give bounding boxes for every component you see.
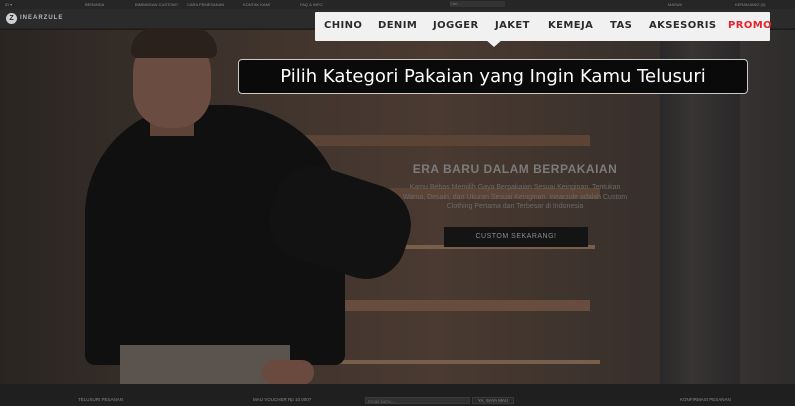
menu-item-chino[interactable]: CHINO bbox=[324, 20, 362, 31]
top-utility-bar: ID ▾ BERANDA BIMBINGAN CUSTOM? CARA PEME… bbox=[0, 0, 795, 9]
track-order-link[interactable]: TELUSURI PESANAN bbox=[78, 397, 123, 402]
topbar-link-beranda[interactable]: BERANDA bbox=[85, 2, 104, 7]
model-hair bbox=[131, 28, 217, 58]
hero-description: Kamu Bebas Memilih Gaya Berpakaian Sesua… bbox=[402, 184, 628, 210]
instruction-callout: Pilih Kategori Pakaian yang Ingin Kamu T… bbox=[238, 59, 748, 94]
stair-step bbox=[300, 360, 600, 364]
menu-item-jaket[interactable]: JAKET bbox=[495, 20, 530, 31]
menu-item-denim[interactable]: DENIM bbox=[378, 20, 417, 31]
voucher-label: MAU VOUCHER Rp 10.000? bbox=[253, 397, 312, 402]
search-input[interactable]: Cari... bbox=[450, 1, 505, 7]
brand-logo-icon[interactable]: Z bbox=[6, 13, 17, 24]
menu-item-jogger[interactable]: JOGGER bbox=[433, 20, 479, 31]
menu-item-aksesoris[interactable]: AKSESORIS bbox=[649, 20, 716, 31]
model-hand bbox=[262, 360, 314, 385]
hero-title: ERA BARU DALAM BERPAKAIAN bbox=[412, 162, 618, 176]
footer-strip: TELUSURI PESANAN MAU VOUCHER Rp 10.000? … bbox=[0, 384, 795, 406]
cart-link[interactable]: KERANJANG (0) bbox=[735, 2, 765, 7]
menu-item-promo[interactable]: PROMO bbox=[728, 20, 772, 31]
topbar-link-cara[interactable]: CARA PEMESANAN bbox=[187, 2, 224, 7]
custom-now-button[interactable]: CUSTOM SEKARANG! bbox=[444, 227, 588, 247]
voucher-email-input[interactable]: Email kamu... bbox=[365, 397, 470, 404]
language-selector[interactable]: ID ▾ bbox=[5, 2, 12, 7]
menu-item-kemeja[interactable]: KEMEJA bbox=[548, 20, 593, 31]
voucher-email-placeholder: Email kamu... bbox=[368, 399, 396, 404]
category-menu: CHINO DENIM JOGGER JAKET KEMEJA TAS AKSE… bbox=[315, 12, 772, 41]
brand-name[interactable]: INEARZULE bbox=[20, 15, 63, 21]
voucher-submit-button[interactable]: YA, SAYA MAU bbox=[472, 397, 514, 404]
hero-copy: ERA BARU DALAM BERPAKAIAN Kamu Bebas Mem… bbox=[400, 162, 630, 212]
stair-step bbox=[270, 135, 590, 146]
wall bbox=[740, 30, 795, 384]
menu-pointer-icon bbox=[485, 39, 503, 48]
confirm-order-link[interactable]: KONFIRMASI PESANAN bbox=[680, 397, 731, 402]
topbar-link-bimbingan[interactable]: BIMBINGAN CUSTOM? bbox=[135, 2, 178, 7]
menu-item-tas[interactable]: TAS bbox=[610, 20, 632, 31]
topbar-link-kontak[interactable]: KONTAK KAMI bbox=[243, 2, 270, 7]
topbar-link-faq[interactable]: FAQ & INFO bbox=[300, 2, 322, 7]
account-link[interactable]: MASUK bbox=[668, 2, 682, 7]
